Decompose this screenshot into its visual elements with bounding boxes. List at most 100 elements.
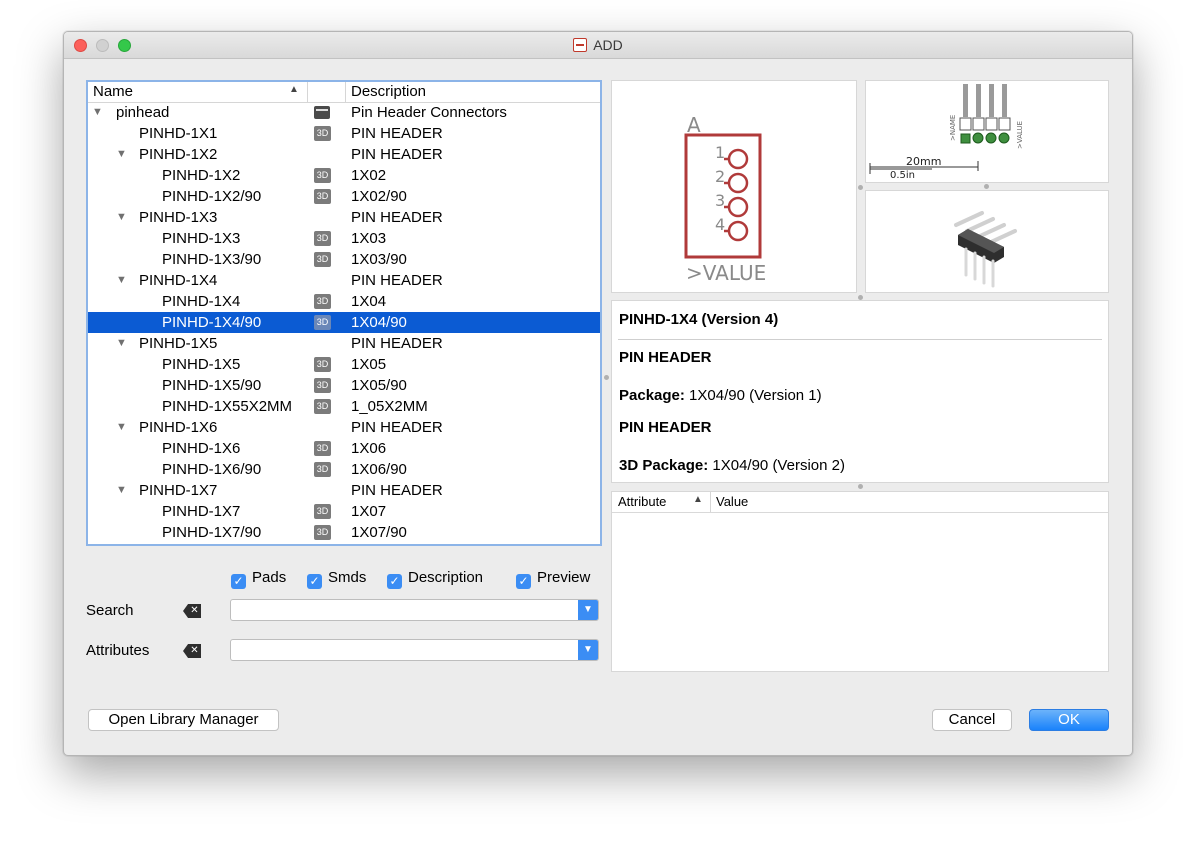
tree-row-description: PIN HEADER bbox=[351, 125, 443, 142]
column-header-name[interactable]: Name bbox=[93, 83, 133, 100]
details-panel: PINHD-1X4 (Version 4) PIN HEADER Package… bbox=[611, 300, 1109, 483]
tree-row-selected[interactable]: PINHD-1X4/90 3D 1X04/90 bbox=[88, 312, 600, 333]
tree-row[interactable]: PINHD-1X55X2MM 3D 1_05X2MM bbox=[88, 396, 600, 417]
splitter-handle[interactable] bbox=[858, 484, 863, 489]
tree-row[interactable]: PINHD-1X3 3D 1X03 bbox=[88, 228, 600, 249]
search-combobox[interactable]: ▼ bbox=[230, 599, 599, 621]
smds-label: Smds bbox=[328, 569, 367, 586]
expand-arrow-icon[interactable]: ▼ bbox=[116, 417, 127, 438]
tree-row[interactable]: PINHD-1X6/90 3D 1X06/90 bbox=[88, 459, 600, 480]
column-divider[interactable] bbox=[345, 82, 346, 102]
tree-row[interactable]: ▼ pinhead Pin Header Connectors bbox=[88, 102, 600, 123]
preview-label: Preview bbox=[537, 569, 591, 586]
3d-model-icon: 3D bbox=[314, 231, 331, 246]
tree-row-name: PINHD-1X2/90 bbox=[162, 188, 262, 205]
title-bar: ADD bbox=[64, 32, 1132, 59]
tree-row-name: PINHD-1X6 bbox=[162, 440, 241, 457]
column-divider[interactable] bbox=[710, 492, 711, 512]
column-header-value[interactable]: Value bbox=[716, 494, 748, 509]
tree-row[interactable]: ▼ PINHD-1X5 PIN HEADER bbox=[88, 333, 600, 354]
attribute-table[interactable]: Attribute ▲ Value bbox=[611, 491, 1109, 672]
tree-row-description: 1X03/90 bbox=[351, 251, 407, 268]
3d-model-icon: 3D bbox=[314, 126, 331, 141]
tree-row[interactable]: PINHD-1X3/90 3D 1X03/90 bbox=[88, 249, 600, 270]
pin-number-label: 4 bbox=[715, 215, 725, 234]
column-divider[interactable] bbox=[307, 82, 308, 102]
package-name-label: >NAME bbox=[949, 115, 957, 141]
tree-row-name: PINHD-1X4 bbox=[139, 272, 218, 289]
smds-checkbox[interactable]: ✓ Smds bbox=[307, 569, 367, 589]
3d-model-icon: 3D bbox=[314, 504, 331, 519]
3d-model-icon: 3D bbox=[314, 525, 331, 540]
tree-row-description: PIN HEADER bbox=[351, 209, 443, 226]
description-checkbox[interactable]: ✓ Description bbox=[387, 569, 484, 589]
column-header-attribute[interactable]: Attribute bbox=[618, 494, 666, 509]
symbol-gate-label: A bbox=[687, 113, 701, 137]
tree-row[interactable]: ▼ PINHD-1X4 PIN HEADER bbox=[88, 270, 600, 291]
chevron-down-icon[interactable]: ▼ bbox=[578, 600, 598, 620]
search-label: Search bbox=[86, 602, 134, 619]
tree-row[interactable]: ▼ PINHD-1X7 PIN HEADER bbox=[88, 480, 600, 501]
preview-checkbox[interactable]: ✓ Preview bbox=[516, 569, 591, 589]
tree-row[interactable]: PINHD-1X7/90 3D 1X07/90 bbox=[88, 522, 600, 543]
expand-arrow-icon[interactable]: ▼ bbox=[116, 270, 127, 291]
expand-arrow-icon[interactable]: ▼ bbox=[116, 207, 127, 228]
tree-row-name: PINHD-1X55X2MM bbox=[162, 398, 293, 415]
expand-arrow-icon[interactable]: ▼ bbox=[116, 333, 127, 354]
pads-checkbox[interactable]: ✓ Pads bbox=[231, 569, 287, 589]
library-tree[interactable]: Name ▲ Description ▼ pinhead Pin Header Co… bbox=[86, 80, 602, 546]
tree-row[interactable]: PINHD-1X1 3D PIN HEADER bbox=[88, 123, 600, 144]
expand-arrow-icon[interactable]: ▼ bbox=[116, 480, 127, 501]
clear-attributes-icon[interactable]: ✕ bbox=[183, 644, 201, 658]
3d-model-drawing bbox=[954, 211, 1017, 288]
clear-search-icon[interactable]: ✕ bbox=[183, 604, 201, 618]
splitter-handle[interactable] bbox=[604, 375, 609, 380]
tree-row[interactable]: PINHD-1X7 3D 1X07 bbox=[88, 501, 600, 522]
package-value-label: >VALUE bbox=[1016, 121, 1024, 149]
expand-arrow-icon[interactable]: ▼ bbox=[92, 102, 103, 123]
chevron-down-icon[interactable]: ▼ bbox=[578, 640, 598, 660]
add-dialog: ADD Name ▲ Description ▼ pinhead Pin Heade… bbox=[63, 31, 1133, 756]
tree-row[interactable]: PINHD-1X5 3D 1X05 bbox=[88, 354, 600, 375]
tree-row-description: 1X02/90 bbox=[351, 188, 407, 205]
tree-row-name: PINHD-1X1 bbox=[139, 125, 218, 142]
expand-arrow-icon[interactable]: ▼ bbox=[116, 144, 127, 165]
tree-row[interactable]: PINHD-1X2/90 3D 1X02/90 bbox=[88, 186, 600, 207]
attributes-combobox[interactable]: ▼ bbox=[230, 639, 599, 661]
symbol-preview: A 1 2 3 4 >VALUE bbox=[611, 80, 857, 293]
3d-model-icon: 3D bbox=[314, 168, 331, 183]
attribute-table-header: Attribute ▲ Value bbox=[612, 492, 1108, 513]
tree-row[interactable]: ▼ PINHD-1X3 PIN HEADER bbox=[88, 207, 600, 228]
tree-row[interactable]: PINHD-1X5/90 3D 1X05/90 bbox=[88, 375, 600, 396]
window-title-container: ADD bbox=[64, 32, 1132, 58]
tree-row[interactable]: ▼ PINHD-1X2 PIN HEADER bbox=[88, 144, 600, 165]
splitter-handle[interactable] bbox=[984, 184, 989, 189]
device-description: PIN HEADER bbox=[619, 349, 712, 366]
tree-header: Name ▲ Description bbox=[88, 82, 600, 103]
tree-row[interactable]: PINHD-1X2 3D 1X02 bbox=[88, 165, 600, 186]
tree-row-description: PIN HEADER bbox=[351, 146, 443, 163]
tree-row[interactable]: PINHD-1X4 3D 1X04 bbox=[88, 291, 600, 312]
tree-row-description: PIN HEADER bbox=[351, 419, 443, 436]
cancel-button[interactable]: Cancel bbox=[932, 709, 1012, 731]
tree-row-name: pinhead bbox=[116, 104, 170, 121]
tree-row-description: 1X05 bbox=[351, 356, 387, 373]
pin-number-label: 3 bbox=[715, 191, 725, 210]
tree-row[interactable]: PINHD-1X6 3D 1X06 bbox=[88, 438, 600, 459]
tree-row-name: PINHD-1X6/90 bbox=[162, 461, 262, 478]
description-label: Description bbox=[408, 569, 484, 586]
tree-row-name: PINHD-1X7 bbox=[162, 503, 241, 520]
tree-row-description: 1X06 bbox=[351, 440, 387, 457]
ok-button[interactable]: OK bbox=[1029, 709, 1109, 731]
open-library-manager-button[interactable]: Open Library Manager bbox=[88, 709, 279, 731]
details-heading: PINHD-1X4 (Version 4) bbox=[619, 311, 779, 328]
tree-row[interactable]: ▼ PINHD-1X6 PIN HEADER bbox=[88, 417, 600, 438]
tree-row-name: PINHD-1X3 bbox=[162, 230, 241, 247]
package-line: Package: 1X04/90 (Version 1) bbox=[619, 387, 822, 404]
column-header-description[interactable]: Description bbox=[351, 83, 426, 100]
tree-row-description: PIN HEADER bbox=[351, 482, 443, 499]
attributes-label: Attributes bbox=[86, 642, 150, 659]
dimension-mm-label: 20mm bbox=[906, 155, 941, 168]
pads-label: Pads bbox=[252, 569, 287, 586]
splitter-handle[interactable] bbox=[858, 185, 863, 190]
